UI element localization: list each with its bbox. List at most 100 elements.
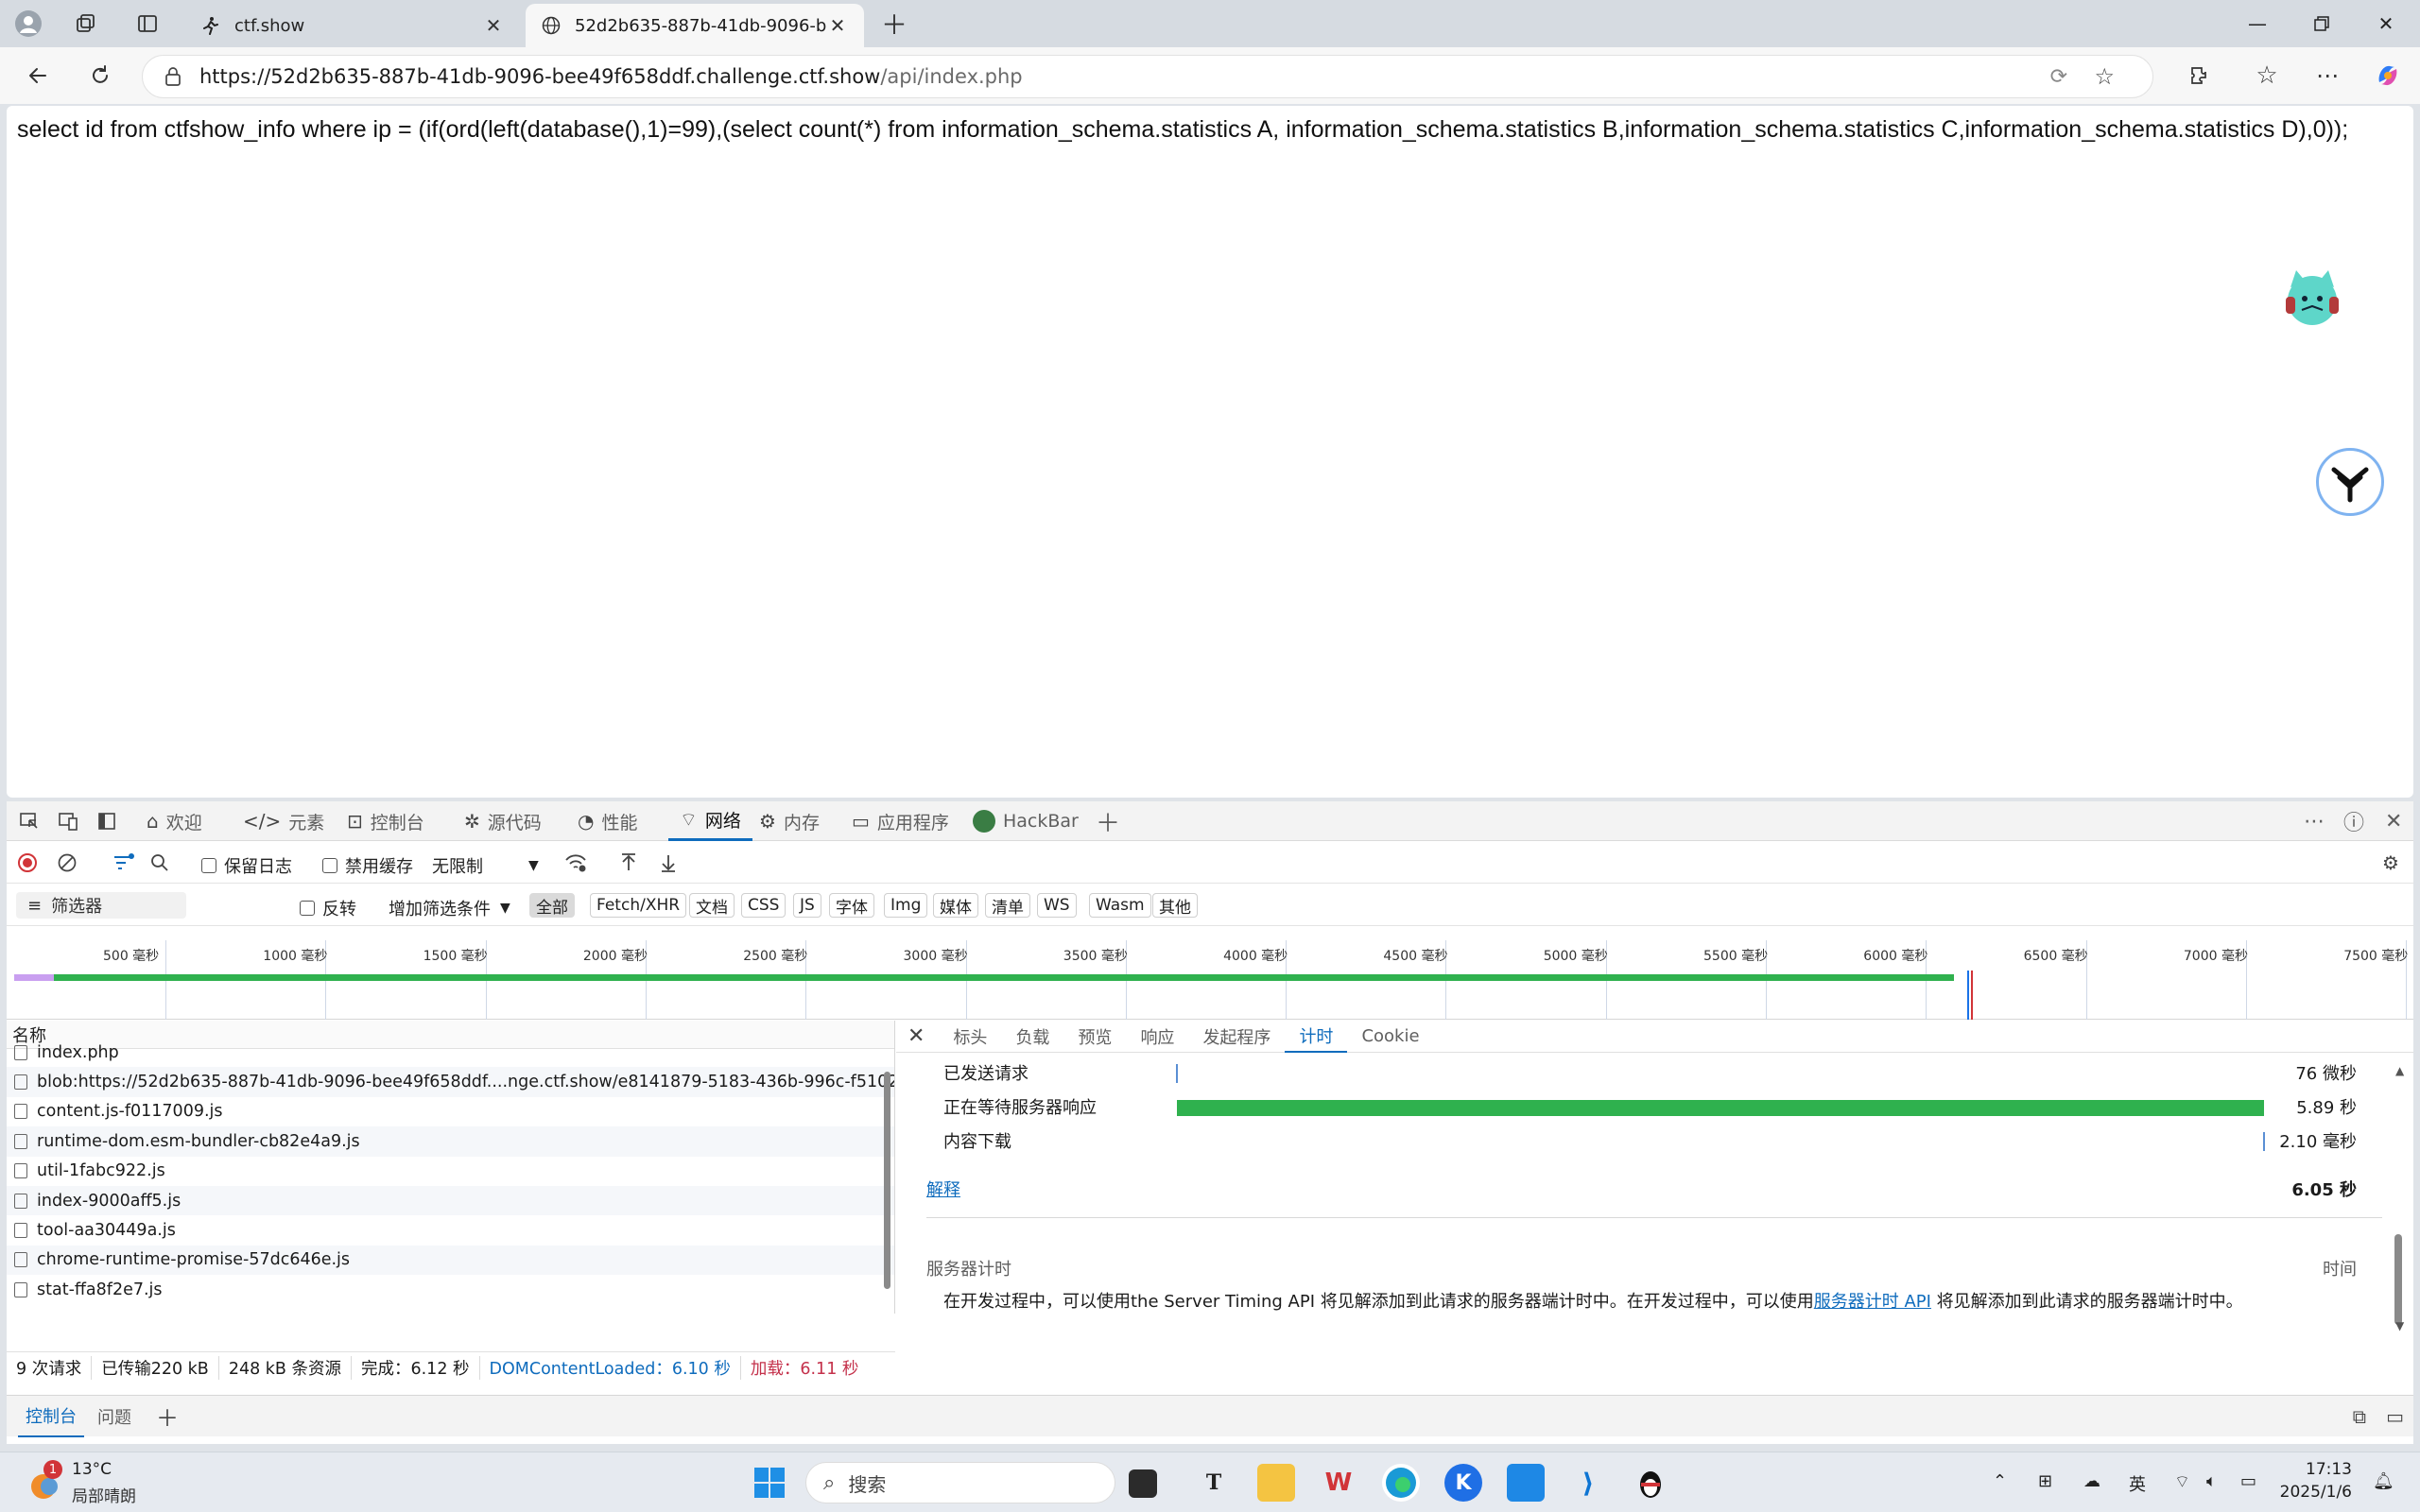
invert-checkbox[interactable]: 反转 xyxy=(300,896,356,920)
explain-link[interactable]: 解释 xyxy=(926,1177,960,1201)
edge-browser-icon[interactable] xyxy=(1382,1464,1420,1502)
close-window-icon[interactable]: ✕ xyxy=(2354,0,2418,47)
cat-headphones-icon[interactable] xyxy=(2279,265,2345,331)
details-tab-initiator[interactable]: 发起程序 xyxy=(1188,1021,1285,1053)
details-tab-cookie[interactable]: Cookie xyxy=(1347,1021,1433,1053)
clock-time[interactable]: 17:13 xyxy=(2286,1460,2352,1479)
task-view-icon[interactable] xyxy=(1129,1469,1157,1498)
file-explorer-icon[interactable] xyxy=(1257,1464,1295,1502)
type-filter-manifest[interactable]: 清单 xyxy=(985,893,1030,918)
type-filter-fetch[interactable]: Fetch/XHR xyxy=(590,893,687,918)
request-row[interactable]: runtime-dom.esm-bundler-cb82e4a9.js xyxy=(7,1126,894,1157)
request-row[interactable]: tool-aa30449a.js xyxy=(7,1215,894,1245)
filter-input[interactable]: ≡ 筛选器 xyxy=(16,892,186,919)
notepad-app-icon[interactable] xyxy=(1507,1464,1545,1502)
notification-bell-icon[interactable]: 🔔︎ xyxy=(2373,1471,2394,1491)
request-list-scrollbar[interactable] xyxy=(881,1049,893,1304)
address-bar[interactable]: https://52d2b635-887b-41db-9096-bee49f65… xyxy=(142,55,2153,98)
minimize-icon[interactable]: — xyxy=(2225,0,2290,47)
network-overview[interactable]: 500 毫秒 1000 毫秒 1500 毫秒 2000 毫秒 2500 毫秒 3000 毫… xyxy=(7,940,2413,1020)
export-har-icon[interactable] xyxy=(655,850,682,875)
k-app-icon[interactable]: K xyxy=(1444,1464,1482,1502)
vscode-icon[interactable]: ⟩ xyxy=(1569,1464,1607,1502)
type-filter-ws[interactable]: WS xyxy=(1037,893,1077,918)
cloud-icon[interactable]: ☁ xyxy=(2083,1471,2100,1491)
details-tab-payload[interactable]: 负载 xyxy=(1001,1021,1063,1053)
more-options-icon[interactable]: ⋯ xyxy=(2304,801,2325,841)
type-filter-doc[interactable]: 文档 xyxy=(689,893,735,918)
request-row[interactable]: index-9000aff5.js xyxy=(7,1185,894,1216)
devtools-tab-performance[interactable]: ◔ 性能 xyxy=(578,801,637,841)
close-icon[interactable]: ✕ xyxy=(482,14,505,37)
collapse-drawer-icon[interactable]: ▭ xyxy=(2386,1405,2404,1428)
clear-icon[interactable] xyxy=(54,850,80,875)
more-filters-dropdown[interactable]: 增加筛选条件 ▼ xyxy=(389,896,510,920)
wifi-tray-icon[interactable]: ⌔ xyxy=(2174,1471,2190,1493)
details-tab-timing[interactable]: 计时 xyxy=(1285,1021,1348,1053)
device-emulation-icon[interactable] xyxy=(55,809,81,833)
network-settings-gear-icon[interactable]: ⚙ xyxy=(2377,850,2404,875)
add-panel-button[interactable]: ＋ xyxy=(1096,801,1120,841)
battery-icon[interactable]: ▭ xyxy=(2240,1471,2256,1491)
request-row[interactable]: chrome-runtime-promise-57dc646e.js xyxy=(7,1245,894,1276)
back-icon[interactable] xyxy=(19,59,57,93)
type-filter-media[interactable]: 媒体 xyxy=(933,893,978,918)
devtools-tab-sources[interactable]: ✲ 源代码 xyxy=(464,801,542,841)
close-icon[interactable]: ✕ xyxy=(826,14,849,37)
devtools-tab-elements[interactable]: </> 元素 xyxy=(243,801,324,841)
details-tab-headers[interactable]: 标头 xyxy=(939,1021,1001,1053)
favorite-star-icon[interactable]: ☆ xyxy=(2094,63,2115,90)
profile-icon[interactable] xyxy=(9,6,47,42)
details-tab-preview[interactable]: 预览 xyxy=(1063,1021,1126,1053)
windows-start-icon[interactable] xyxy=(751,1464,788,1502)
add-drawer-tab-button[interactable]: ＋ xyxy=(156,1400,179,1433)
more-menu-icon[interactable]: ⋯ xyxy=(2308,59,2346,93)
request-row[interactable]: index.php xyxy=(7,1038,894,1067)
request-row[interactable]: stat-ffa8f2e7.js xyxy=(7,1275,894,1304)
network-conditions-icon[interactable] xyxy=(562,850,589,875)
type-filter-img[interactable]: Img xyxy=(884,893,928,918)
translate-icon[interactable]: ⟳ xyxy=(2050,65,2067,89)
assistant-logo-icon[interactable] xyxy=(2316,448,2384,516)
new-tab-button[interactable]: ＋ xyxy=(875,6,913,42)
qq-penguin-icon[interactable] xyxy=(1632,1464,1669,1502)
request-row[interactable]: content.js-f0117009.js xyxy=(7,1097,894,1126)
extensions-icon[interactable] xyxy=(2180,59,2218,93)
devtools-tab-network[interactable]: ⌔ 网络 xyxy=(668,801,752,841)
details-scrollbar[interactable]: ▲ ▼ xyxy=(2392,1055,2405,1338)
import-har-icon[interactable] xyxy=(615,850,642,875)
drawer-tab-issues[interactable]: 问题 xyxy=(97,1404,131,1429)
weather-icon[interactable]: 1 xyxy=(26,1460,64,1503)
devtools-tab-welcome[interactable]: ⌂ 欢迎 xyxy=(147,801,202,841)
tray-overflow-icon[interactable]: ⌃ xyxy=(1993,1471,2007,1491)
record-icon[interactable] xyxy=(14,850,41,875)
typora-icon[interactable]: T xyxy=(1195,1464,1233,1502)
preserve-log-checkbox[interactable]: 保留日志 xyxy=(201,853,292,878)
lock-icon[interactable] xyxy=(164,66,182,87)
search-icon[interactable] xyxy=(147,850,173,875)
refresh-icon[interactable] xyxy=(81,59,119,93)
close-devtools-icon[interactable]: ✕ xyxy=(2385,801,2402,841)
drawer-tab-console[interactable]: 控制台 xyxy=(18,1396,84,1437)
server-timing-api-link[interactable]: 服务器计时 API xyxy=(1814,1292,1931,1312)
type-filter-js[interactable]: JS xyxy=(793,893,821,918)
close-details-icon[interactable]: ✕ xyxy=(896,1021,939,1053)
devtools-tab-memory[interactable]: ⚙ 内存 xyxy=(759,801,820,841)
request-row[interactable]: util-1fabc922.js xyxy=(7,1157,894,1186)
devtools-tab-application[interactable]: ▭ 应用程序 xyxy=(852,801,949,841)
type-filter-font[interactable]: 字体 xyxy=(829,893,874,918)
tab-ctfshow[interactable]: ctf.show ✕ xyxy=(185,4,520,47)
details-tab-response[interactable]: 响应 xyxy=(1126,1021,1188,1053)
restore-icon[interactable] xyxy=(2290,0,2354,47)
disable-cache-checkbox[interactable]: 禁用缓存 xyxy=(322,853,413,878)
tab-challenge[interactable]: 52d2b635-887b-41db-9096-bee4 ✕ xyxy=(526,4,864,47)
dock-icon[interactable]: ⧉ xyxy=(2353,1405,2366,1428)
devtools-tab-hackbar[interactable]: HackBar xyxy=(973,801,1079,841)
ime-indicator[interactable]: 英 xyxy=(2129,1471,2146,1496)
throttle-select[interactable]: 无限制 ▼ xyxy=(432,853,539,878)
help-icon[interactable]: ⓘ xyxy=(2343,801,2364,841)
workspaces-icon[interactable] xyxy=(66,6,104,42)
inspect-icon[interactable] xyxy=(16,809,43,833)
type-filter-all[interactable]: 全部 xyxy=(529,893,575,918)
type-filter-other[interactable]: 其他 xyxy=(1152,893,1198,918)
